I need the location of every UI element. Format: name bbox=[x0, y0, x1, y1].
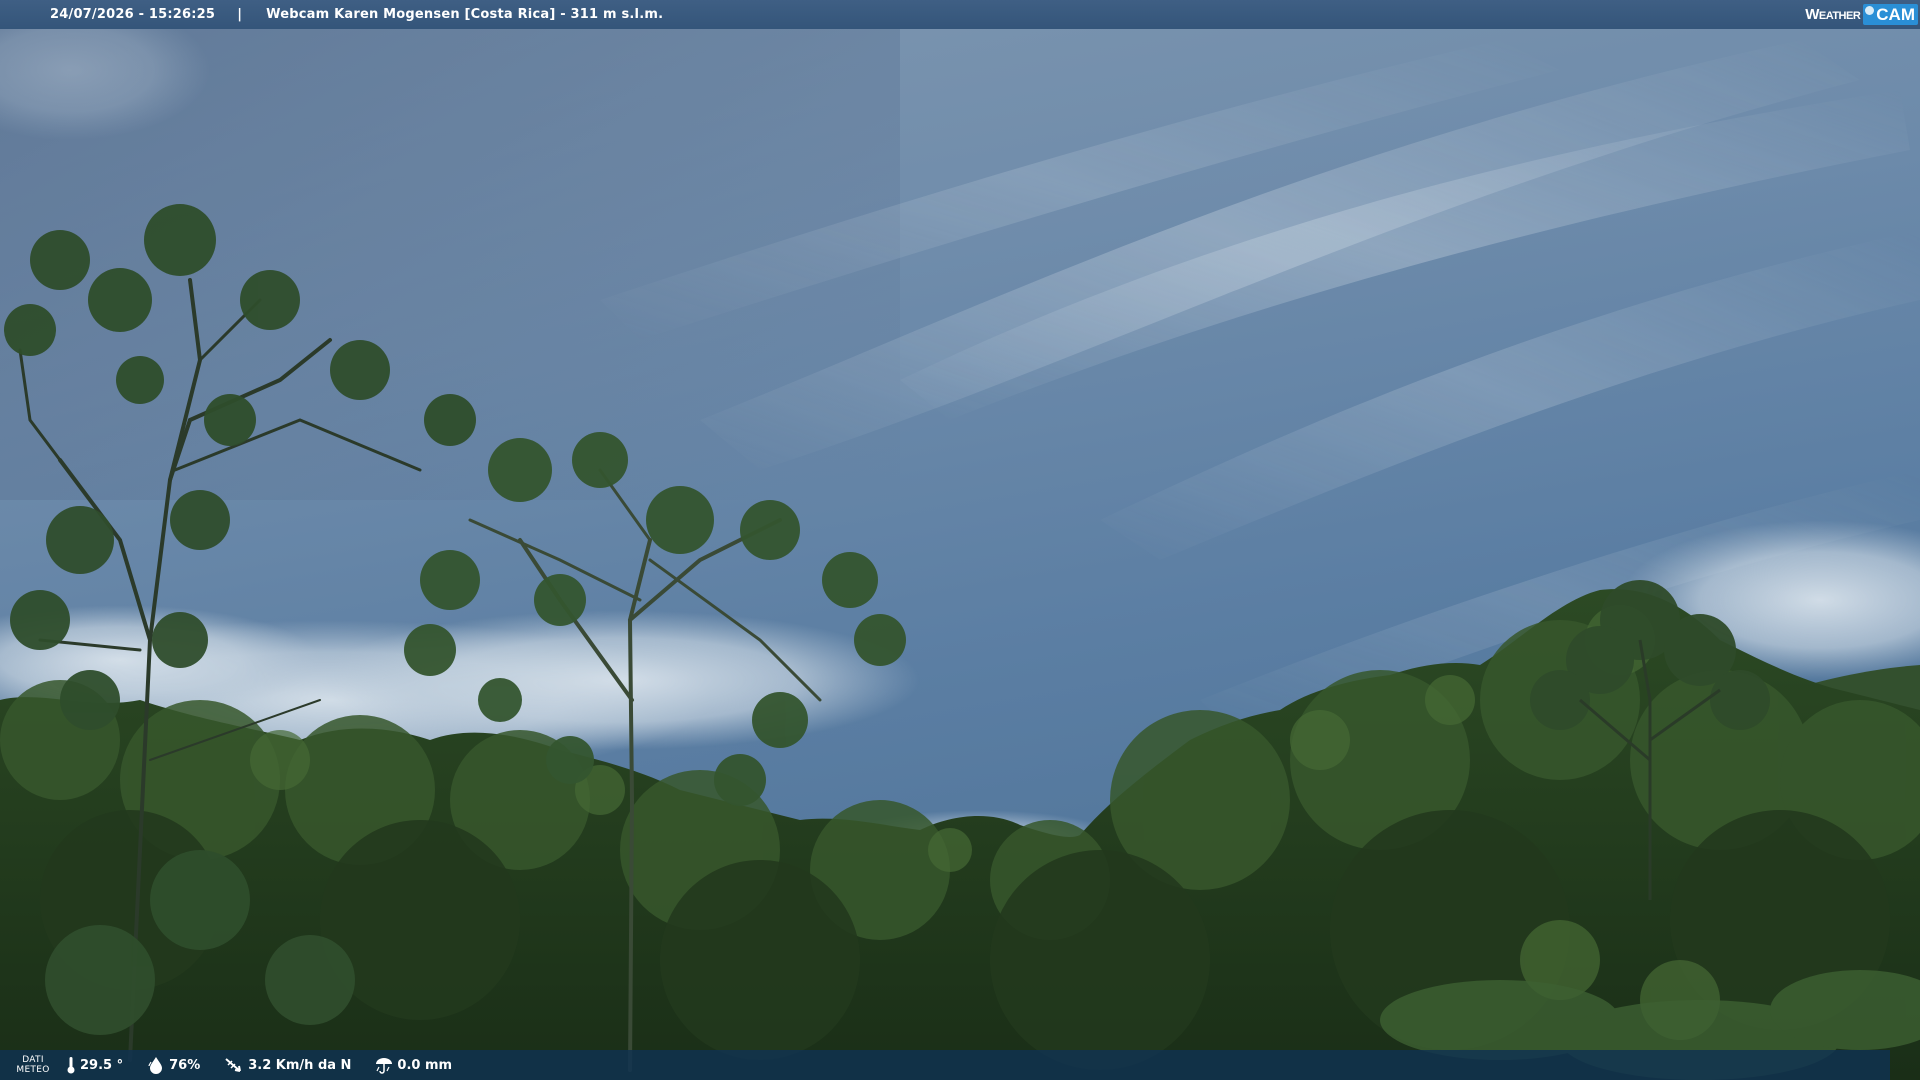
temperature-item: 29.5 ° bbox=[66, 1056, 123, 1074]
meteo-bar: DATI METEO 29.5 ° 76% 3.2 Km/h da N 0.0 … bbox=[0, 1050, 1890, 1080]
rain-value: 0.0 mm bbox=[397, 1057, 453, 1073]
datetime-label: 24/07/2026 - 15:26:25 bbox=[50, 7, 216, 22]
top-info-bar: 24/07/2026 - 15:26:25 | Webcam Karen Mog… bbox=[0, 0, 1920, 29]
wind-item: 3.2 Km/h da N bbox=[224, 1056, 351, 1074]
temperature-value: 29.5 ° bbox=[80, 1057, 124, 1073]
brand-cam-box: CAM bbox=[1863, 4, 1918, 25]
webcam-frame: 24/07/2026 - 15:26:25 | Webcam Karen Mog… bbox=[0, 0, 1920, 1080]
meteo-label[interactable]: DATI METEO bbox=[0, 1055, 66, 1075]
rain-icon bbox=[376, 1058, 393, 1074]
wind-value: 3.2 Km/h da N bbox=[248, 1057, 352, 1073]
wind-icon bbox=[225, 1058, 242, 1072]
humidity-item: 76% bbox=[147, 1056, 200, 1074]
separator: | bbox=[237, 7, 243, 22]
webcam-title: Webcam Karen Mogensen [Costa Rica] - 311… bbox=[266, 7, 664, 22]
brand-cam-text: CAM bbox=[1876, 4, 1915, 24]
meteo-label-line2: METEO bbox=[16, 1065, 50, 1075]
rain-item: 0.0 mm bbox=[375, 1056, 452, 1074]
brand-weather-text: Weather bbox=[1805, 6, 1861, 23]
humidity-drop-icon bbox=[148, 1057, 163, 1074]
meteo-label-line1: DATI bbox=[22, 1055, 44, 1065]
weathercam-logo[interactable]: Weather CAM bbox=[1805, 2, 1918, 27]
sun-dot-icon bbox=[1865, 6, 1875, 15]
humidity-value: 76% bbox=[169, 1057, 201, 1073]
thermometer-icon bbox=[67, 1057, 75, 1074]
webcam-image bbox=[0, 0, 1920, 1080]
